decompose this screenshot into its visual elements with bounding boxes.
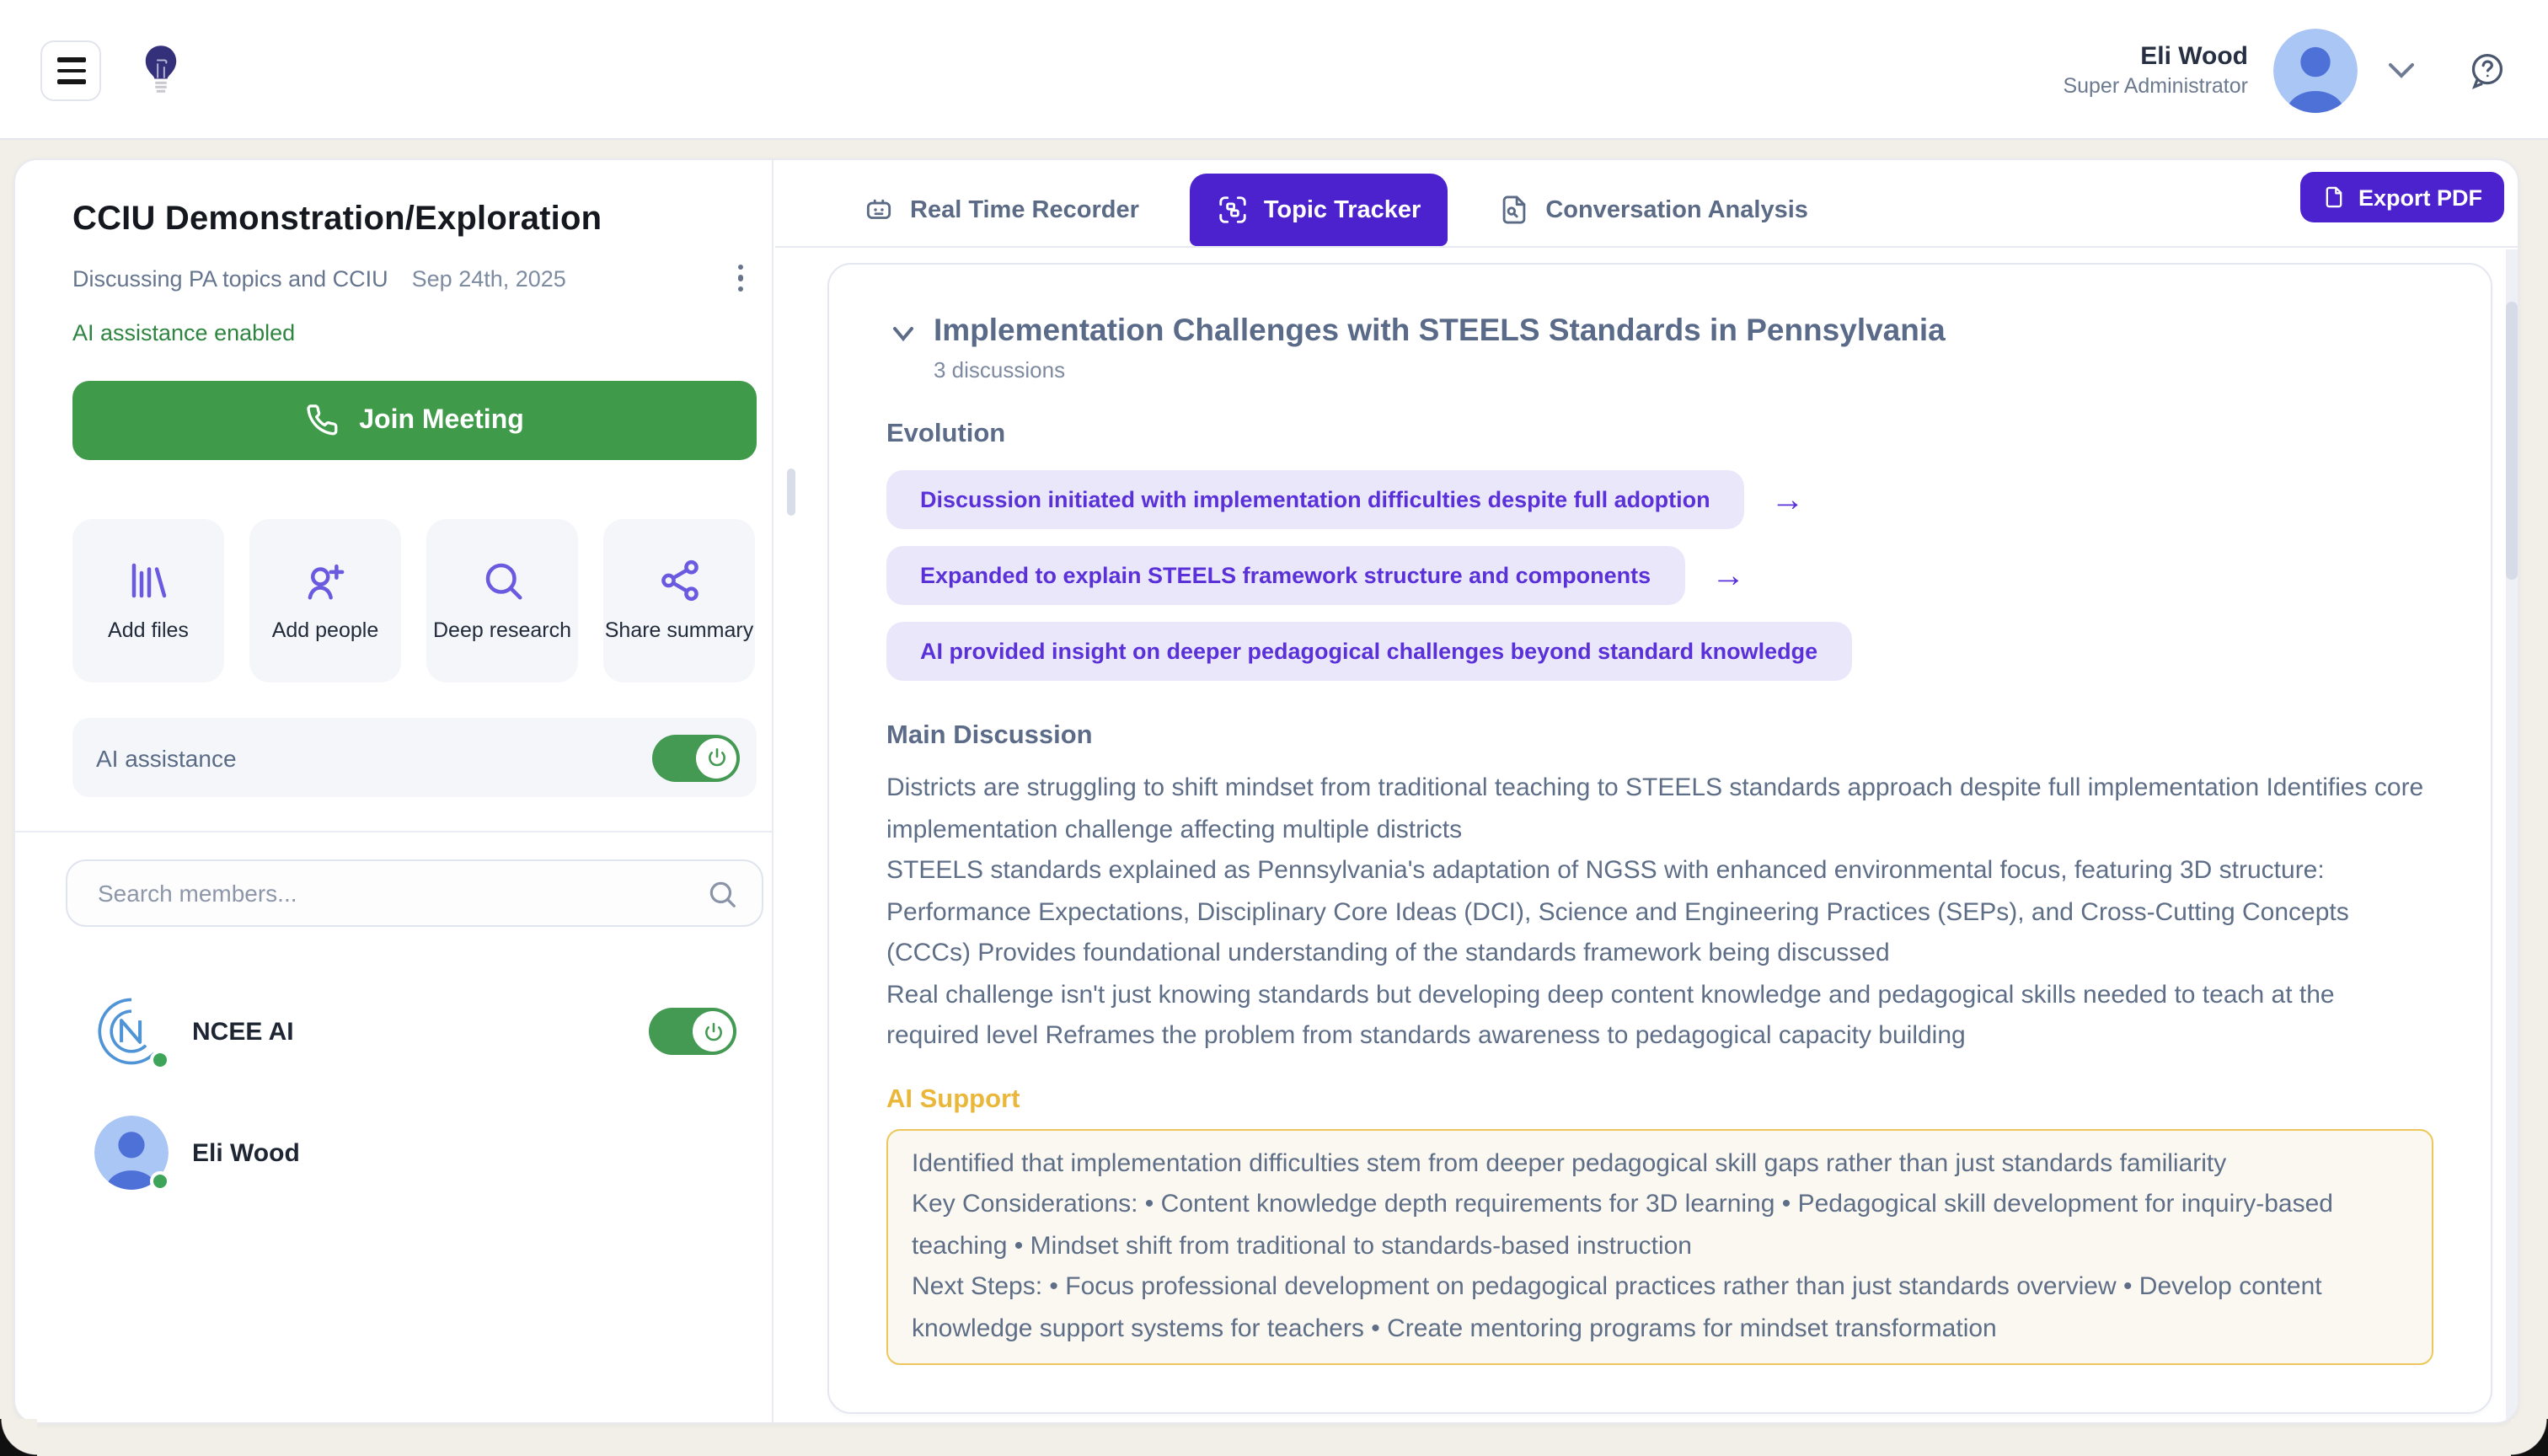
user-info: Eli Wood Super Administrator — [2063, 42, 2248, 98]
add-files-button[interactable]: Add files — [72, 519, 224, 682]
ai-assistance-row: AI assistance — [72, 718, 757, 797]
screen-corner-bottom-left — [0, 1419, 37, 1456]
share-icon — [656, 558, 702, 603]
ai-support-line: Next Steps: • Focus professional develop… — [912, 1267, 2408, 1350]
sidebar-divider — [15, 831, 772, 832]
search-icon — [706, 877, 738, 909]
ai-assistance-toggle[interactable] — [652, 734, 740, 781]
main-discussion-text: Districts are struggling to shift mindse… — [886, 768, 2433, 1057]
user-role: Super Administrator — [2063, 74, 2248, 98]
discussion-line: STEELS standards explained as Pennsylvan… — [886, 851, 2433, 975]
main-area: Real Time Recorder Topic Tracker — [775, 160, 2518, 1422]
member-search — [66, 859, 763, 927]
ai-support-line: Key Considerations: • Content knowledge … — [912, 1185, 2408, 1267]
evolution-heading: Evolution — [886, 420, 2433, 450]
phone-icon — [305, 403, 340, 438]
add-files-label: Add files — [108, 618, 189, 644]
add-people-button[interactable]: Add people — [249, 519, 401, 682]
search-icon — [479, 558, 525, 603]
app-panel: CCIU Demonstration/Exploration Discussin… — [13, 158, 2519, 1424]
member-row-ncee-ai[interactable]: NCEE AI — [15, 977, 774, 1085]
arrow-right-icon: → — [1711, 559, 1745, 592]
lightbulb-logo-icon[interactable] — [142, 44, 180, 96]
topic-card: Implementation Challenges with STEELS St… — [827, 263, 2492, 1414]
online-status-dot — [150, 1050, 170, 1070]
quick-actions: Add files Add people Deep research — [72, 519, 757, 682]
discussion-line: Real challenge isn't just knowing standa… — [886, 975, 2433, 1057]
search-members-input[interactable] — [98, 880, 706, 907]
ncee-ai-toggle[interactable] — [649, 1008, 736, 1055]
power-icon — [693, 1011, 733, 1052]
share-summary-button[interactable]: Share summary — [603, 519, 755, 682]
evolution-list: Discussion initiated with implementation… — [886, 470, 2433, 681]
deep-research-button[interactable]: Deep research — [426, 519, 578, 682]
member-name: Eli Wood — [192, 1138, 300, 1167]
top-navbar: Eli Wood Super Administrator — [0, 0, 2548, 140]
meeting-sidebar: CCIU Demonstration/Exploration Discussin… — [15, 160, 774, 1422]
online-status-dot — [150, 1171, 170, 1191]
ai-support-heading: AI Support — [886, 1084, 2433, 1115]
meeting-date: Sep 24th, 2025 — [412, 265, 566, 291]
join-meeting-button[interactable]: Join Meeting — [72, 381, 757, 460]
evolution-item: AI provided insight on deeper pedagogica… — [886, 622, 2433, 681]
member-name: NCEE AI — [192, 1017, 294, 1046]
main-scrollbar-track[interactable] — [2506, 249, 2518, 1422]
collapse-chevron-icon[interactable] — [890, 320, 917, 347]
hamburger-menu-button[interactable] — [40, 40, 101, 101]
add-people-label: Add people — [272, 618, 379, 644]
deep-research-label: Deep research — [433, 618, 571, 644]
power-icon — [696, 737, 736, 778]
ncee-ai-avatar — [94, 994, 169, 1068]
evolution-item: Expanded to explain STEELS framework str… — [886, 546, 2433, 605]
user-avatar[interactable] — [2273, 28, 2358, 112]
evolution-pill[interactable]: AI provided insight on deeper pedagogica… — [886, 622, 1851, 681]
library-icon — [126, 558, 171, 603]
member-row-eli-wood[interactable]: Eli Wood — [15, 1099, 774, 1207]
topic-content: Implementation Challenges with STEELS St… — [827, 160, 2492, 1422]
main-scrollbar-thumb[interactable] — [2506, 302, 2518, 580]
user-name: Eli Wood — [2063, 42, 2248, 71]
join-meeting-label: Join Meeting — [359, 405, 524, 436]
evolution-pill[interactable]: Discussion initiated with implementation… — [886, 470, 1744, 529]
ai-support-line: Identified that implementation difficult… — [912, 1143, 2408, 1185]
evolution-item: Discussion initiated with implementation… — [886, 470, 2433, 529]
chevron-down-icon[interactable] — [2388, 62, 2415, 78]
meeting-subtitle: Discussing PA topics and CCIU — [72, 265, 388, 291]
meeting-title: CCIU Demonstration/Exploration — [72, 201, 602, 239]
user-plus-icon — [302, 558, 348, 603]
arrow-right-icon: → — [1771, 483, 1805, 517]
ai-status-text: AI assistance enabled — [72, 320, 295, 345]
screen-corner-bottom-right — [2511, 1419, 2548, 1456]
discussion-line: Districts are struggling to shift mindse… — [886, 768, 2433, 851]
eli-wood-avatar — [94, 1116, 169, 1190]
ai-assistance-label: AI assistance — [96, 744, 237, 771]
discussion-count: 3 discussions — [934, 357, 1946, 383]
sidebar-scrollbar-thumb[interactable] — [787, 468, 795, 516]
topic-title: Implementation Challenges with STEELS St… — [934, 312, 1946, 349]
share-summary-label: Share summary — [605, 618, 753, 644]
ai-support-box: Identified that implementation difficult… — [886, 1128, 2433, 1365]
help-icon[interactable] — [2467, 50, 2506, 90]
meeting-options-kebab-icon[interactable] — [724, 258, 757, 298]
evolution-pill[interactable]: Expanded to explain STEELS framework str… — [886, 546, 1684, 605]
app-root: Eli Wood Super Administrator — [0, 0, 2548, 1456]
main-discussion-heading: Main Discussion — [886, 721, 2433, 752]
